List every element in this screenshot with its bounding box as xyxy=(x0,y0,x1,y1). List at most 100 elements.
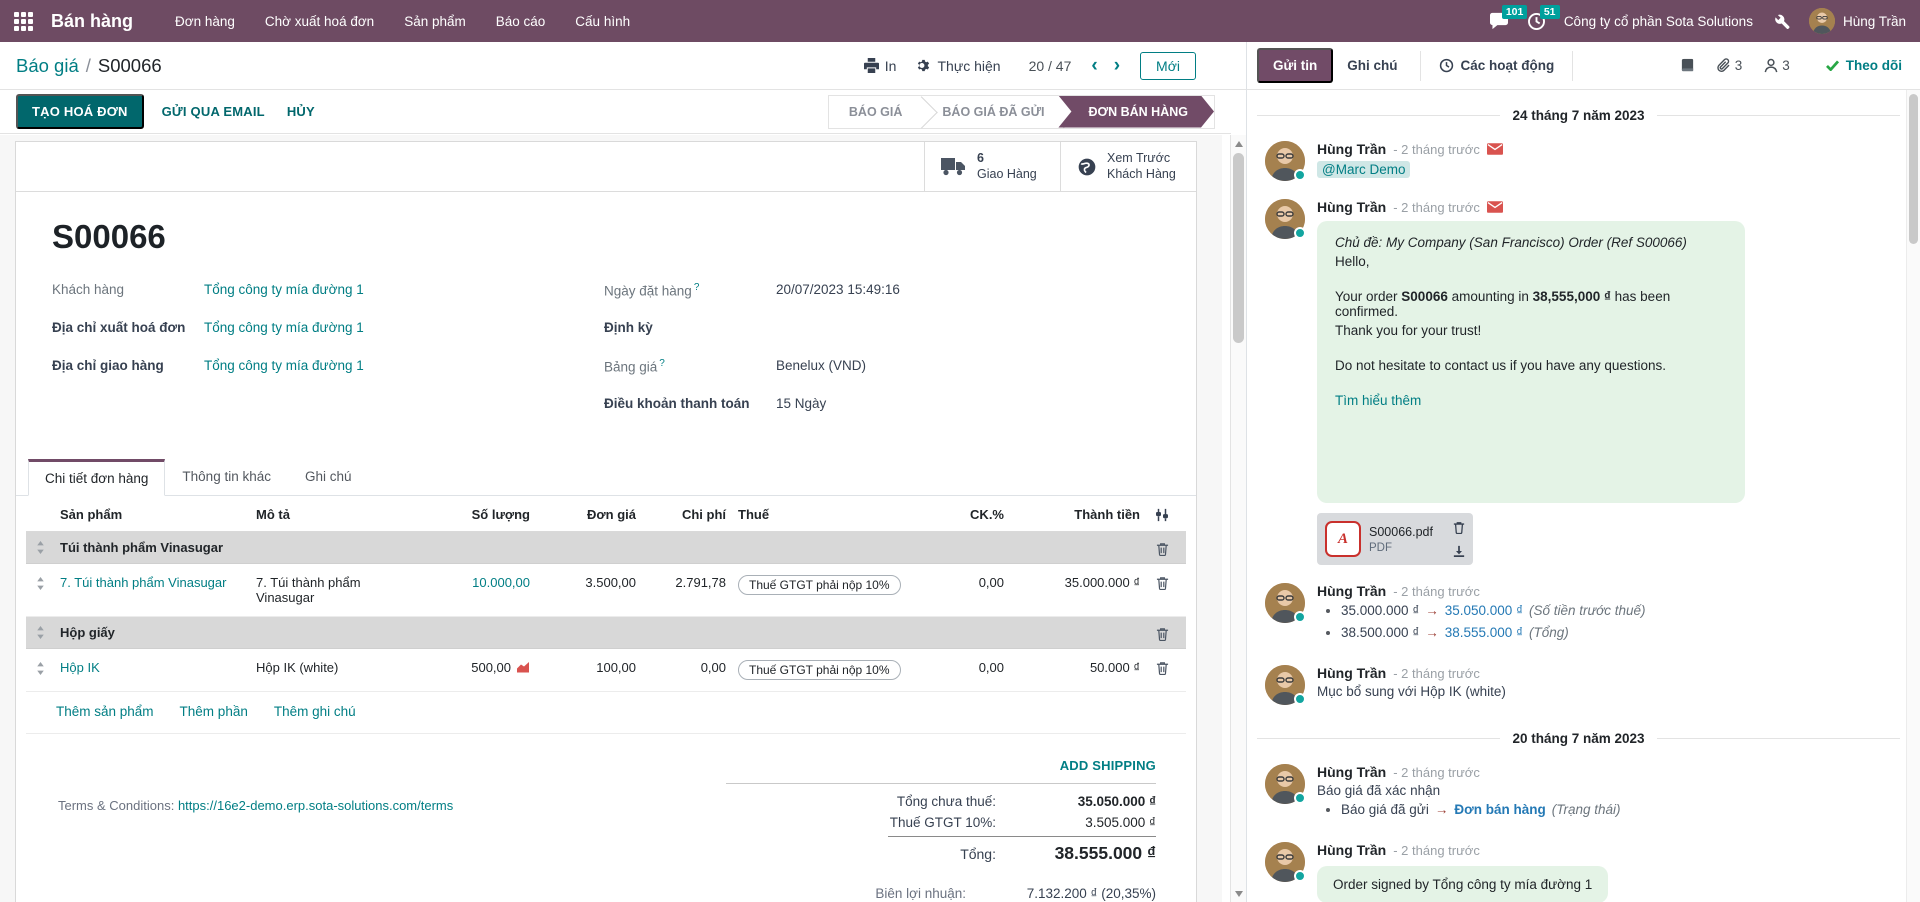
scrollbar-thumb[interactable] xyxy=(1909,94,1918,244)
delete-attachment-icon[interactable] xyxy=(1453,521,1465,534)
action-button[interactable]: Thực hiện xyxy=(916,58,1000,74)
tax-pill[interactable]: Thuế GTGT phải nộp 10% xyxy=(738,575,901,595)
menu-san-pham[interactable]: Sản phẩm xyxy=(392,8,478,35)
col-tax[interactable]: Thuế xyxy=(732,505,944,524)
pager-next-icon[interactable]: › xyxy=(1114,56,1120,75)
chatter-message[interactable]: Hùng Trần - 2 tháng trước Báo giá đã xác… xyxy=(1257,758,1900,830)
col-product[interactable]: Sản phẩm xyxy=(54,505,250,524)
message-author[interactable]: Hùng Trần xyxy=(1317,141,1386,157)
product-name[interactable]: 7. Túi thành phẩm Vinasugar xyxy=(60,575,226,590)
message-author[interactable]: Hùng Trần xyxy=(1317,665,1386,681)
column-settings-icon[interactable] xyxy=(1155,508,1169,522)
tools-icon[interactable] xyxy=(1771,11,1791,31)
order-title[interactable]: S00066 xyxy=(52,218,1196,256)
line-qty[interactable]: 10.000,00 xyxy=(472,575,530,590)
help-icon[interactable]: ? xyxy=(694,282,700,293)
learn-more-link[interactable]: Tìm hiểu thêm xyxy=(1335,393,1421,408)
trash-icon[interactable] xyxy=(1146,573,1178,590)
cancel-button[interactable]: HỦY xyxy=(287,104,315,119)
add-shipping-button[interactable]: ADD SHIPPING xyxy=(726,758,1156,773)
order-date-value[interactable]: 20/07/2023 15:49:16 xyxy=(776,280,900,297)
delivery-address-value[interactable]: Tổng công ty mía đường 1 xyxy=(204,356,364,373)
stage-sales-order[interactable]: ĐƠN BÁN HÀNG xyxy=(1058,96,1214,128)
col-discount[interactable]: CK.% xyxy=(944,505,1010,524)
send-message-button[interactable]: Gửi tin xyxy=(1257,48,1333,83)
new-record-button[interactable]: Mới xyxy=(1140,52,1196,80)
stage-quotation[interactable]: BÁO GIÁ xyxy=(829,96,922,128)
log-note-button[interactable]: Ghi chú xyxy=(1333,50,1411,81)
message-author[interactable]: Hùng Trần xyxy=(1317,764,1386,780)
chatter-message[interactable]: Hùng Trần - 2 tháng trước @Marc Demo xyxy=(1257,135,1900,187)
chatter-message[interactable]: Hùng Trần - 2 tháng trước Chủ đề: My Com… xyxy=(1257,193,1900,571)
pricelist-value[interactable]: Benelux (VND) xyxy=(776,356,866,373)
messages-icon[interactable]: 101 xyxy=(1489,12,1509,30)
col-unit-price[interactable]: Đơn giá xyxy=(536,505,642,524)
print-button[interactable]: In xyxy=(864,58,897,74)
trash-icon[interactable] xyxy=(1146,658,1178,675)
line-description[interactable]: 7. Túi thành phẩm Vinasugar xyxy=(250,573,420,607)
scrollbar-thumb[interactable] xyxy=(1233,153,1244,343)
attachment-card[interactable]: A S00066.pdf PDF xyxy=(1317,513,1473,565)
drag-handle-icon[interactable] xyxy=(26,541,54,554)
form-scrollbar[interactable] xyxy=(1230,135,1246,902)
menu-cau-hinh[interactable]: Cấu hình xyxy=(563,8,642,35)
line-discount[interactable]: 0,00 xyxy=(944,573,1010,592)
terms-link[interactable]: https://16e2-demo.erp.sota-solutions.com… xyxy=(178,798,453,813)
customer-preview-smart-button[interactable]: Xem TrướcKhách Hàng xyxy=(1060,142,1196,191)
scroll-down-icon[interactable] xyxy=(1231,885,1246,902)
mention-chip[interactable]: @Marc Demo xyxy=(1317,161,1410,178)
col-qty[interactable]: Số lượng xyxy=(420,505,536,524)
line-cost[interactable]: 2.791,78 xyxy=(642,573,732,592)
scroll-up-icon[interactable] xyxy=(1231,135,1246,152)
section-row[interactable]: Hộp giấy xyxy=(26,617,1186,649)
col-description[interactable]: Mô tả xyxy=(250,505,420,524)
trash-icon[interactable] xyxy=(1146,539,1178,556)
apps-grid-icon[interactable] xyxy=(14,12,33,31)
followers-button[interactable]: 3 xyxy=(1764,58,1790,73)
drag-handle-icon[interactable] xyxy=(26,658,54,675)
download-attachment-icon[interactable] xyxy=(1453,545,1465,557)
line-description[interactable]: Hộp IK (white) xyxy=(250,658,420,677)
chatter-message[interactable]: Hùng Trần - 2 tháng trước 35.000.000 ₫→3… xyxy=(1257,577,1900,653)
chatter-message[interactable]: Hùng Trần - 2 tháng trước Order signed b… xyxy=(1257,836,1900,902)
log-book-icon[interactable] xyxy=(1680,58,1695,73)
send-by-email-button[interactable]: GỬI QUA EMAIL xyxy=(162,104,265,119)
create-invoice-button[interactable]: TẠO HOÁ ĐƠN xyxy=(16,94,144,129)
tab-order-lines[interactable]: Chi tiết đơn hàng xyxy=(28,459,165,496)
tab-notes[interactable]: Ghi chú xyxy=(288,459,369,496)
attachment-name[interactable]: S00066.pdf xyxy=(1369,525,1445,539)
forecast-warning-icon[interactable] xyxy=(516,662,530,673)
line-unit-price[interactable]: 3.500,00 xyxy=(536,573,642,592)
customer-value[interactable]: Tổng công ty mía đường 1 xyxy=(204,280,364,297)
activities-clock-icon[interactable]: 51 xyxy=(1527,12,1546,31)
company-switcher[interactable]: Công ty cổ phần Sota Solutions xyxy=(1564,14,1753,29)
add-section-link[interactable]: Thêm phần xyxy=(180,704,248,719)
payment-terms-value[interactable]: 15 Ngày xyxy=(776,394,826,411)
message-author[interactable]: Hùng Trần xyxy=(1317,842,1386,858)
chatter-message[interactable]: Hùng Trần - 2 tháng trước Mục bổ sung vớ… xyxy=(1257,659,1900,711)
message-author[interactable]: Hùng Trần xyxy=(1317,199,1386,215)
trash-icon[interactable] xyxy=(1146,624,1178,641)
line-qty[interactable]: 500,00 xyxy=(471,660,511,675)
order-line-row[interactable]: 7. Túi thành phẩm Vinasugar 7. Túi thành… xyxy=(26,564,1186,617)
stage-quotation-sent[interactable]: BÁO GIÁ ĐÃ GỬI xyxy=(922,96,1064,128)
section-row[interactable]: Túi thành phẩm Vinasugar xyxy=(26,532,1186,564)
breadcrumb-root[interactable]: Báo giá xyxy=(16,55,79,77)
line-cost[interactable]: 0,00 xyxy=(642,658,732,677)
chatter-scrollbar[interactable] xyxy=(1906,90,1920,902)
add-note-link[interactable]: Thêm ghi chú xyxy=(274,704,356,719)
activities-button[interactable]: Các hoạt động xyxy=(1429,58,1565,73)
drag-handle-icon[interactable] xyxy=(26,573,54,590)
help-icon[interactable]: ? xyxy=(659,358,665,369)
attachments-button[interactable]: 3 xyxy=(1717,58,1743,73)
section-label[interactable]: Túi thành phẩm Vinasugar xyxy=(54,538,1146,557)
product-name[interactable]: Hộp IK xyxy=(60,660,100,675)
col-subtotal[interactable]: Thành tiền xyxy=(1010,505,1146,524)
menu-cho-xuat-hoa-don[interactable]: Chờ xuất hoá đơn xyxy=(253,8,386,35)
follow-button[interactable]: Theo dõi xyxy=(1826,58,1902,73)
user-menu[interactable]: Hùng Trần xyxy=(1809,8,1906,34)
app-name[interactable]: Bán hàng xyxy=(51,11,133,32)
add-product-link[interactable]: Thêm sản phẩm xyxy=(56,704,154,719)
invoice-address-value[interactable]: Tổng công ty mía đường 1 xyxy=(204,318,364,335)
tax-pill[interactable]: Thuế GTGT phải nộp 10% xyxy=(738,660,901,680)
